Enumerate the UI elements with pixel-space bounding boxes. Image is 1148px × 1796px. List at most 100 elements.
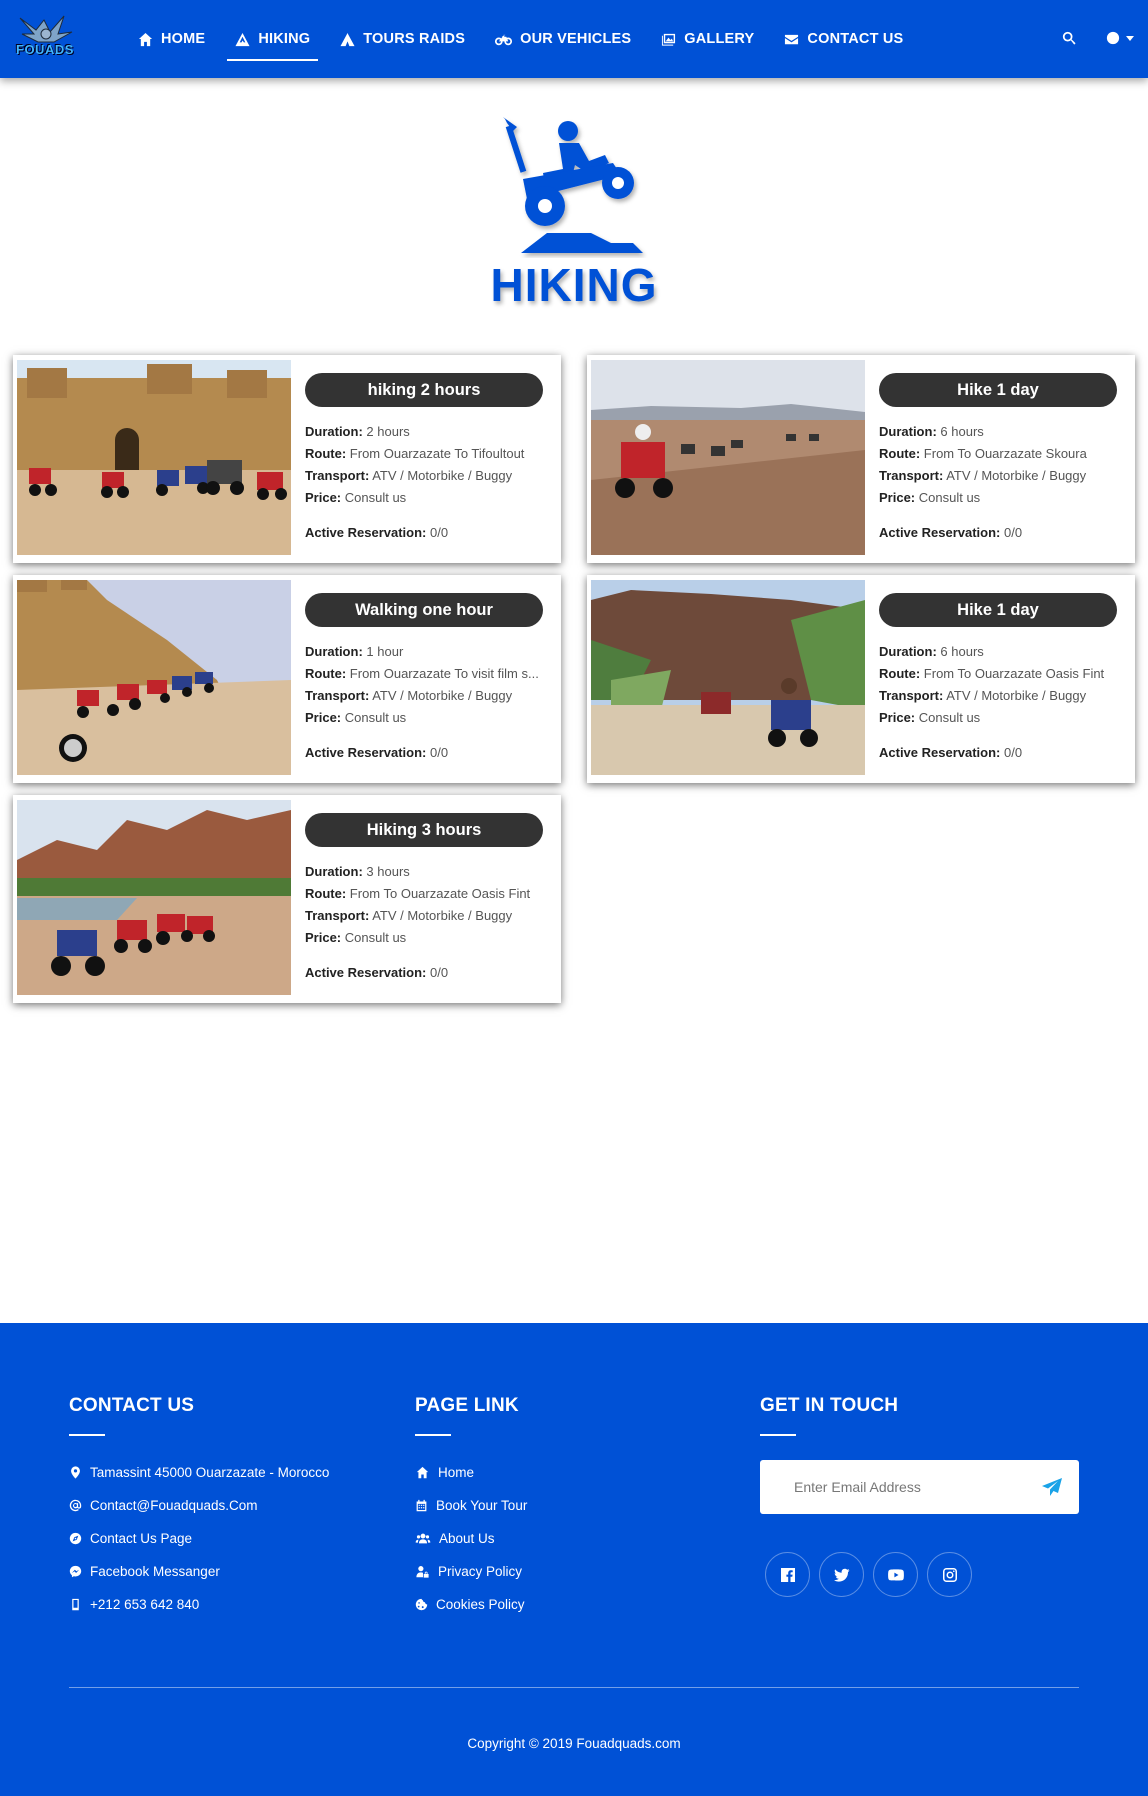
email-link[interactable]: Contact@Fouadquads.Com <box>69 1489 329 1522</box>
duration-value: 6 hours <box>940 424 984 439</box>
footer-link-privacy[interactable]: Privacy Policy <box>415 1555 527 1588</box>
duration-label: Duration: <box>305 424 363 439</box>
motorcycle-icon <box>495 34 513 45</box>
twitter-button[interactable] <box>819 1552 864 1597</box>
nav-tours-raids[interactable]: TOURS RAIDS <box>332 17 473 61</box>
nav-our-vehicles[interactable]: OUR VEHICLES <box>487 17 639 61</box>
transport-label: Transport: <box>305 908 370 923</box>
footer-link-book-tour[interactable]: Book Your Tour <box>415 1489 527 1522</box>
envelope-icon <box>785 34 799 44</box>
reservation-label: Active Reservation: <box>879 525 1001 540</box>
route-row: Route: From To Ouarzazate Oasis Fint <box>879 663 1119 685</box>
footer-link-label: Home <box>438 1465 475 1480</box>
tour-card: hiking 2 hours Duration: 2 hours Route: … <box>13 355 561 563</box>
newsletter-email-input[interactable] <box>794 1460 1024 1514</box>
compass-icon <box>69 1532 82 1545</box>
tour-photo[interactable] <box>591 360 865 555</box>
users-icon <box>415 1533 431 1544</box>
price-value: Consult us <box>918 710 981 725</box>
tour-title-button[interactable]: Hike 1 day <box>879 593 1117 627</box>
tour-details: Duration: 2 hours Route: From Ouarzazate… <box>305 421 545 509</box>
nav-label: HOME <box>161 31 206 47</box>
tour-title-button[interactable]: hiking 2 hours <box>305 373 543 407</box>
newsletter-form <box>760 1460 1079 1514</box>
price-value: Consult us <box>344 710 407 725</box>
nav-label: TOURS RAIDS <box>363 31 466 47</box>
address-item: Tamassint 45000 Ouarzazate - Morocco <box>69 1456 329 1489</box>
tour-photo[interactable] <box>591 580 865 775</box>
chevron-down-icon <box>1126 35 1134 41</box>
nav-label: GALLERY <box>684 31 755 47</box>
price-label: Price: <box>305 710 342 725</box>
tour-photo[interactable] <box>17 360 291 555</box>
tour-photo[interactable] <box>17 580 291 775</box>
transport-value: ATV / Motorbike / Buggy <box>372 688 513 703</box>
footer-link-home[interactable]: Home <box>415 1456 527 1489</box>
duration-value: 1 hour <box>366 644 404 659</box>
cookie-icon <box>415 1598 428 1611</box>
price-label: Price: <box>305 490 342 505</box>
reservation-label: Active Reservation: <box>879 745 1001 760</box>
transport-row: Transport: ATV / Motorbike / Buggy <box>305 905 545 927</box>
facebook-button[interactable] <box>765 1552 810 1597</box>
nav-gallery[interactable]: GALLERY <box>653 17 762 61</box>
language-selector[interactable] <box>1106 31 1134 45</box>
price-label: Price: <box>879 490 916 505</box>
instagram-button[interactable] <box>927 1552 972 1597</box>
home-icon <box>416 1466 429 1479</box>
logo-text: FOUADS <box>16 42 74 57</box>
transport-label: Transport: <box>879 468 944 483</box>
reservation-label: Active Reservation: <box>305 745 427 760</box>
price-label: Price: <box>305 930 342 945</box>
page-title: HIKING <box>490 259 658 311</box>
route-label: Route: <box>305 886 347 901</box>
reservation-row: Active Reservation: 0/0 <box>305 525 448 540</box>
route-value: From To Ouarzazate Oasis Fint <box>923 666 1105 681</box>
tour-details: Duration: 3 hours Route: From To Ouarzaz… <box>305 861 545 949</box>
duration-value: 2 hours <box>366 424 410 439</box>
price-row: Price: Consult us <box>305 707 545 729</box>
route-row: Route: From Ouarzazate To Tifoultout <box>305 443 545 465</box>
duration-row: Duration: 6 hours <box>879 641 1119 663</box>
search-button[interactable] <box>1058 27 1080 49</box>
tour-details: Duration: 6 hours Route: From To Ouarzaz… <box>879 641 1119 729</box>
messenger-link[interactable]: Facebook Messanger <box>69 1555 329 1588</box>
globe-icon <box>1106 31 1120 45</box>
at-icon <box>69 1499 82 1512</box>
footer-touch-column: GET IN TOUCH <box>760 1395 898 1456</box>
duration-label: Duration: <box>305 864 363 879</box>
phone-item[interactable]: +212 653 642 840 <box>69 1588 329 1621</box>
newsletter-send-button[interactable] <box>1041 1477 1063 1497</box>
footer-link-about[interactable]: About Us <box>415 1522 527 1555</box>
nav-hiking[interactable]: HIKING <box>227 17 319 61</box>
tour-details: Duration: 1 hour Route: From Ouarzazate … <box>305 641 545 729</box>
price-row: Price: Consult us <box>305 487 545 509</box>
route-value: From Ouarzazate To visit film s... <box>349 666 539 681</box>
tour-title-button[interactable]: Hike 1 day <box>879 373 1117 407</box>
site-logo[interactable]: FOUADS <box>14 12 78 62</box>
tour-title-button[interactable]: Walking one hour <box>305 593 543 627</box>
messenger-text: Facebook Messanger <box>90 1564 220 1579</box>
nav-home[interactable]: HOME <box>130 17 213 61</box>
reservation-row: Active Reservation: 0/0 <box>305 745 448 760</box>
footer-link-label: Book Your Tour <box>436 1498 528 1513</box>
title-underline <box>69 1434 105 1436</box>
footer-pages-title: PAGE LINK <box>415 1395 519 1416</box>
footer-contact-title: CONTACT US <box>69 1395 195 1416</box>
nav-label: OUR VEHICLES <box>520 31 632 47</box>
transport-value: ATV / Motorbike / Buggy <box>372 468 513 483</box>
duration-row: Duration: 6 hours <box>879 421 1119 443</box>
social-links <box>765 1552 981 1597</box>
tour-card: Hiking 3 hours Duration: 3 hours Route: … <box>13 795 561 1003</box>
tour-title-button[interactable]: Hiking 3 hours <box>305 813 543 847</box>
youtube-button[interactable] <box>873 1552 918 1597</box>
contact-page-link[interactable]: Contact Us Page <box>69 1522 329 1555</box>
reservation-value: 0/0 <box>1004 745 1023 760</box>
footer-link-label: Cookies Policy <box>436 1597 525 1612</box>
reservation-row: Active Reservation: 0/0 <box>879 525 1022 540</box>
email-text: Contact@Fouadquads.Com <box>90 1498 258 1513</box>
transport-value: ATV / Motorbike / Buggy <box>946 468 1087 483</box>
tour-photo[interactable] <box>17 800 291 995</box>
nav-contact-us[interactable]: CONTACT US <box>776 17 911 61</box>
footer-link-cookies[interactable]: Cookies Policy <box>415 1588 527 1621</box>
